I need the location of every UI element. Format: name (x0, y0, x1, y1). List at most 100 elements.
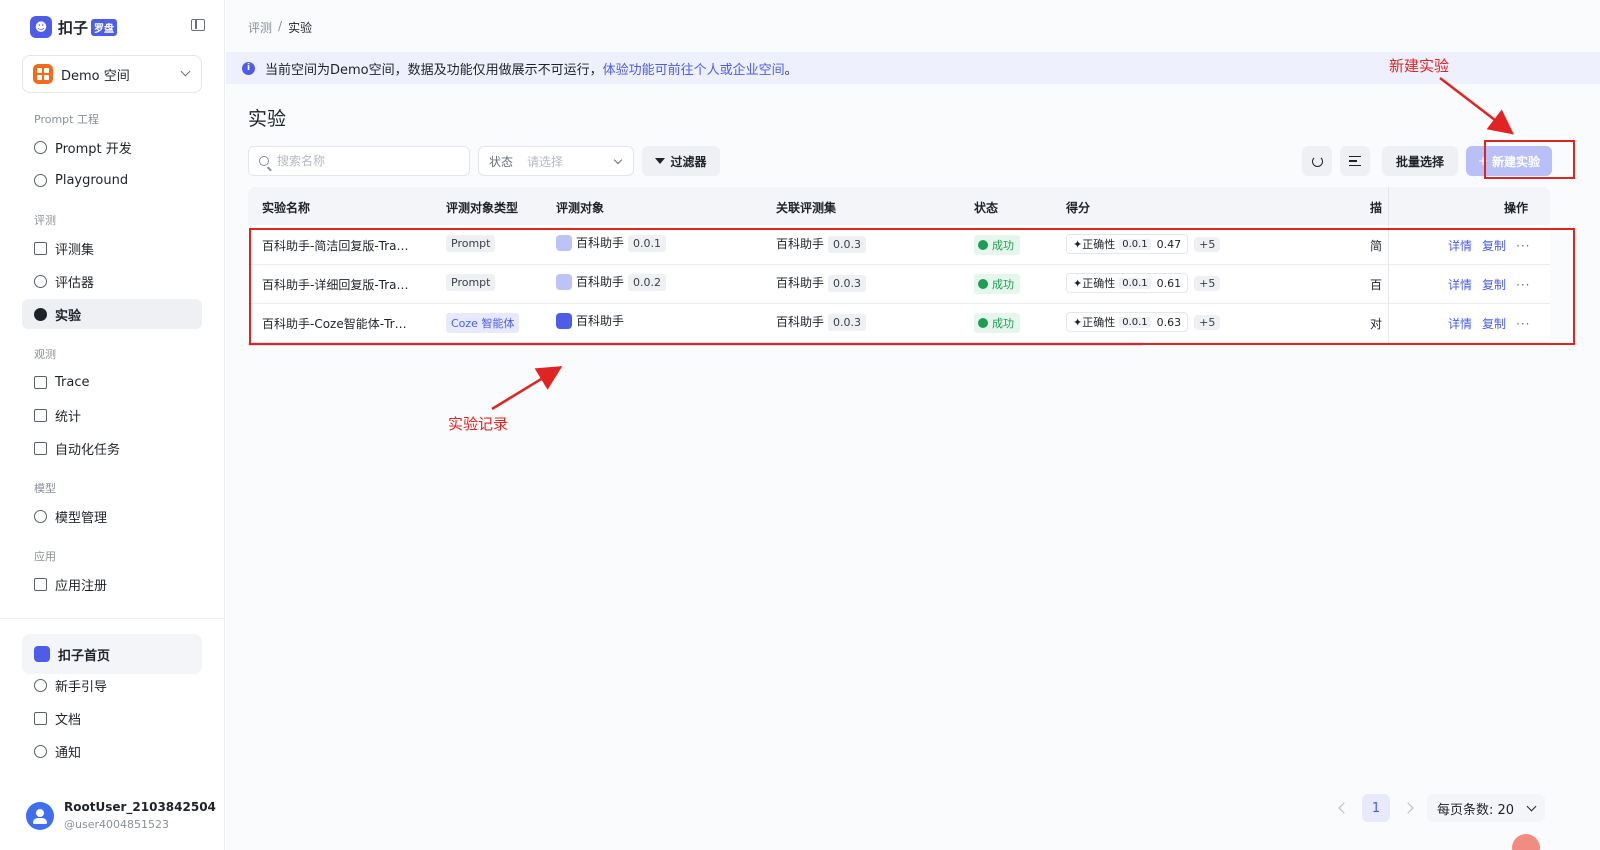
user-profile[interactable]: RootUser_2103842504 @user4004851523 (26, 800, 216, 836)
sidebar-item-label: 模型管理 (55, 510, 108, 526)
column-settings-icon (1349, 156, 1361, 166)
trace-icon (34, 375, 47, 389)
col-header-dataset: 关联评测集 (776, 201, 837, 215)
evaluator-icon (34, 274, 47, 288)
task-icon (34, 441, 47, 455)
next-page-icon[interactable] (1402, 802, 1414, 814)
notice-text: 当前空间为Demo空间，数据及功能仅用做展示不可运行， (265, 62, 603, 78)
col-header-object: 评测对象 (556, 201, 605, 215)
sidebar-item-notify[interactable]: 通知 (22, 736, 202, 766)
coze-home-link[interactable]: 扣子首页 (22, 634, 202, 674)
sidebar-item-label: 实验 (55, 308, 82, 324)
page-size-select[interactable]: 每页条数: 20 (1427, 794, 1545, 822)
sidebar-item-label: Playground (55, 172, 129, 188)
sidebar-item-guide[interactable]: 新手引导 (22, 670, 202, 700)
coze-home-label: 扣子首页 (58, 648, 111, 664)
breadcrumb-current: 实验 (288, 21, 313, 35)
table-header: 实验名称 评测对象类型 评测对象 关联评测集 状态 得分 描 操作 (248, 187, 1550, 225)
notice-link[interactable]: 体验功能可前往个人或企业空间 (603, 59, 785, 78)
nav-group-observe: 观测 (34, 348, 56, 361)
search-input[interactable] (277, 154, 447, 168)
brand-name: 扣子 (58, 18, 89, 37)
nav-group-prompt: Prompt 工程 (34, 113, 99, 126)
chevron-down-icon (180, 66, 191, 77)
sidebar-item-label: Prompt 开发 (55, 141, 132, 157)
nav-group-eval: 评测 (34, 214, 56, 227)
brand-logo[interactable]: ☻ 扣子 罗盘 (30, 16, 205, 38)
search-box[interactable] (248, 146, 470, 176)
col-header-type: 评测对象类型 (446, 201, 519, 215)
space-name: Demo 空间 (61, 68, 130, 84)
sidebar-item-experiment[interactable]: 实验 (22, 299, 202, 329)
chart-icon (34, 408, 47, 422)
space-selector[interactable]: Demo 空间 (22, 55, 202, 93)
sidebar-item-label: 评估器 (55, 275, 95, 291)
sidebar-item-label: 新手引导 (55, 679, 108, 695)
sidebar-item-stats[interactable]: 统计 (22, 400, 202, 430)
sidebar-divider (0, 618, 225, 619)
sidebar-item-label: 评测集 (55, 242, 95, 258)
main-content: 评测 / 实验 i 当前空间为Demo空间，数据及功能仅用做展示不可运行， 体验… (226, 0, 1600, 850)
sidebar-item-label: 自动化任务 (55, 442, 121, 458)
search-icon (259, 156, 269, 166)
page-size-label: 每页条数: 20 (1437, 802, 1515, 818)
play-icon (34, 173, 47, 187)
nav-group-app: 应用 (34, 550, 56, 563)
status-filter-label: 状态 (489, 154, 514, 169)
breadcrumb-separator: / (278, 19, 283, 33)
cube-icon (34, 577, 47, 591)
breadcrumb: 评测 / 实验 (248, 19, 312, 36)
user-name: RootUser_2103842504 (64, 800, 216, 814)
sidebar-item-playground[interactable]: Playground (22, 165, 202, 195)
database-icon (34, 241, 47, 255)
filter-label: 过滤器 (670, 154, 707, 169)
brand-badge: 罗盘 (91, 18, 118, 36)
batch-select-button[interactable]: 批量选择 (1382, 146, 1458, 176)
sidebar-item-label: 通知 (55, 745, 82, 761)
model-icon (34, 509, 47, 523)
page-number-current[interactable]: 1 (1362, 794, 1390, 822)
column-settings-button[interactable] (1340, 146, 1370, 176)
nav-group-model: 模型 (34, 482, 56, 495)
breadcrumb-parent[interactable]: 评测 (248, 19, 272, 36)
bell-icon (34, 744, 47, 758)
assistant-mascot-icon[interactable] (1512, 834, 1540, 850)
chevron-down-icon (1526, 801, 1537, 812)
page-title: 实验 (248, 108, 287, 130)
avatar (26, 802, 54, 830)
document-icon (34, 711, 47, 725)
sidebar-item-label: Trace (55, 374, 90, 390)
status-filter-placeholder: 请选择 (527, 154, 564, 169)
annotation-label-records: 实验记录 (448, 415, 509, 433)
space-icon (33, 64, 53, 84)
sidebar-item-docs[interactable]: 文档 (22, 703, 202, 733)
sidebar-item-prompt-dev[interactable]: Prompt 开发 (22, 132, 202, 162)
sidebar-item-label: 统计 (55, 409, 82, 425)
sidebar-item-trace[interactable]: Trace (22, 367, 202, 397)
refresh-button[interactable] (1302, 146, 1332, 176)
coze-logo-icon: ☻ (30, 16, 52, 38)
coze-icon (34, 646, 50, 662)
help-icon (34, 678, 47, 692)
filter-button[interactable]: 过滤器 (642, 146, 720, 176)
sidebar-item-model-manage[interactable]: 模型管理 (22, 501, 202, 531)
col-header-score: 得分 (1066, 201, 1091, 215)
sidebar-item-auto-task[interactable]: 自动化任务 (22, 433, 202, 463)
notice-end: 。 (784, 62, 798, 78)
sidebar-collapse-icon[interactable] (191, 19, 205, 31)
prev-page-icon[interactable] (1338, 802, 1350, 814)
col-header-name: 实验名称 (262, 201, 311, 215)
col-header-desc: 描 (1370, 201, 1383, 215)
col-header-status: 状态 (974, 201, 999, 215)
annotation-box-records (249, 228, 1575, 345)
sidebar: ☻ 扣子 罗盘 Demo 空间 Prompt 工程 Prompt 开发 Play… (0, 0, 225, 850)
status-filter-select[interactable]: 状态 请选择 (478, 146, 634, 176)
sidebar-item-label: 应用注册 (55, 578, 108, 594)
sidebar-item-evaluator[interactable]: 评估器 (22, 266, 202, 296)
annotation-box-new-button (1484, 140, 1575, 179)
experiment-icon (34, 307, 47, 321)
prompt-icon (34, 140, 47, 154)
col-header-actions: 操作 (1504, 201, 1529, 215)
sidebar-item-app-register[interactable]: 应用注册 (22, 569, 202, 599)
sidebar-item-eval-set[interactable]: 评测集 (22, 233, 202, 263)
